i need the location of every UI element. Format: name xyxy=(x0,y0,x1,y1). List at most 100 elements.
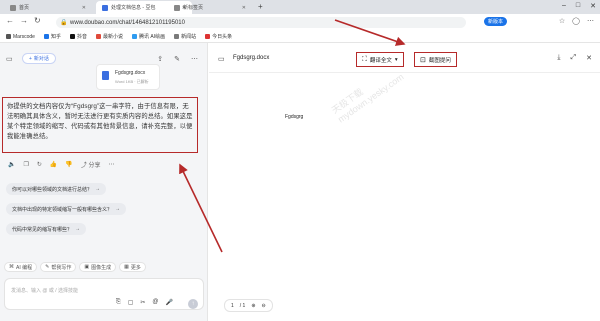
translate-icon: ⛶ xyxy=(362,55,367,63)
file-attachment[interactable]: Fgdsgrg.docx Word 1KB · 已解析 xyxy=(96,64,160,90)
doubao-icon xyxy=(102,4,108,11)
page-icon xyxy=(174,4,180,11)
folder-icon[interactable]: ▢ xyxy=(128,299,134,306)
chat-tools: ⇪ ✎ ⋯ xyxy=(157,55,198,63)
bookmark-icon xyxy=(174,34,180,39)
zoom-out-icon[interactable]: ⊖ xyxy=(262,303,266,309)
maximize-icon[interactable]: □ xyxy=(576,2,580,10)
close-icon[interactable]: ✕ xyxy=(82,5,86,11)
ai-coding-button[interactable]: ⌘ AI 编程 xyxy=(4,262,38,272)
share-button[interactable]: ⤴ 分享 xyxy=(81,160,101,169)
screenshot-ask-button[interactable]: ⊡ 截图提问 xyxy=(414,52,457,67)
browser-toolbar: ☆ ◯ ⋯ xyxy=(559,17,594,25)
page-icon xyxy=(10,4,16,11)
file-meta: Word 1KB · 已解析 xyxy=(115,79,149,84)
download-icon[interactable]: ⤓ xyxy=(557,54,560,62)
address-bar: ← → ↻ 🔒 www.doubao.com/chat/146481210119… xyxy=(0,14,600,31)
page-navigator: 1 / 1 ⊕ ⊖ xyxy=(224,299,273,312)
send-button[interactable]: ↑ xyxy=(188,299,198,309)
close-icon[interactable]: ✕ xyxy=(586,54,592,62)
edit-icon[interactable]: ✎ xyxy=(174,55,180,63)
suggestion-chip[interactable]: 文档中出现的特定领域缩写一般有哪些含义？ → xyxy=(6,203,127,215)
sidebar-toggle-icon[interactable]: ▭ xyxy=(6,55,13,63)
document-header: ▭ Fgdsgrg.docx ⛶ 翻译全文 ▾ ⊡ 截图提问 ⤓ ⤢ ✕ xyxy=(209,43,600,73)
suggestion-chip[interactable]: 你可以对哪些领域的文档进行总结？ → xyxy=(6,183,107,195)
copy-icon[interactable]: ❐ xyxy=(23,161,28,168)
menu-icon[interactable]: ⋯ xyxy=(587,17,594,25)
thumbs-down-icon[interactable]: 👎 xyxy=(65,161,72,168)
close-window-icon[interactable]: ✕ xyxy=(590,2,596,10)
input-tools: ⎘ ▢ ✂ @ 🎤 xyxy=(116,299,173,306)
bookmark-icon xyxy=(6,34,11,39)
star-icon[interactable]: ☆ xyxy=(559,17,565,25)
at-icon[interactable]: @ xyxy=(152,299,158,306)
bookmark-item[interactable]: 知乎 xyxy=(43,33,61,40)
tab-newtab[interactable]: 新标签页 ✕ xyxy=(168,1,252,14)
skill-toolbar: ⌘ AI 编程 ✎ 帮我写作 ▣ 图像生成 ▦ 更多 xyxy=(4,262,146,272)
chevron-down-icon: ▾ xyxy=(394,56,398,63)
reload-icon[interactable]: ↻ xyxy=(34,16,41,25)
answer-actions: 🔈 ❐ ↻ 👍 👎 ⤴ 分享 ⋯ xyxy=(8,160,115,169)
input-placeholder: 发消息、输入 @ 或 / 选择技能 xyxy=(11,288,79,294)
image-icon: ▣ xyxy=(84,264,90,270)
tab-label: 处理文档信息 - 豆包 xyxy=(111,5,156,11)
more-icon[interactable]: ⋯ xyxy=(191,55,198,63)
back-icon[interactable]: ← xyxy=(6,16,14,25)
bookmark-item[interactable]: 新闻站 xyxy=(174,33,196,40)
window-controls: – □ ✕ xyxy=(562,2,596,10)
bookmarks-bar: Marscode 知乎 抖音 最新小说 腾讯 AI绘画 新闻站 今日头条 xyxy=(0,31,600,43)
more-icon[interactable]: ⋯ xyxy=(109,161,115,168)
scissors-icon[interactable]: ✂ xyxy=(140,299,145,306)
forward-icon[interactable]: → xyxy=(20,16,28,25)
bookmark-item[interactable]: Marscode xyxy=(6,34,35,40)
document-tools: ⤓ ⤢ ✕ xyxy=(557,54,592,62)
share-icon: ⤴ xyxy=(80,163,89,169)
page-current: 1 xyxy=(231,302,234,309)
new-chat-button[interactable]: + 新对话 xyxy=(22,53,56,64)
more-tools-button[interactable]: ▦ 更多 xyxy=(119,262,146,272)
grid-icon: ▦ xyxy=(124,264,129,270)
suggestion-chip[interactable]: 代码中常见的缩写有哪些？ → xyxy=(6,223,87,235)
url-field[interactable]: 🔒 www.doubao.com/chat/1464812101195010 xyxy=(56,17,466,28)
attach-icon[interactable]: ⎘ xyxy=(116,299,121,306)
regenerate-icon[interactable]: ↻ xyxy=(37,161,42,168)
document-viewer: ▭ Fgdsgrg.docx ⛶ 翻译全文 ▾ ⊡ 截图提问 ⤓ ⤢ ✕ Fgd… xyxy=(209,43,600,321)
code-icon: ⌘ xyxy=(9,264,14,270)
lock-icon: 🔒 xyxy=(60,20,68,26)
new-tab-button[interactable]: + xyxy=(258,2,263,11)
profile-icon[interactable]: ◯ xyxy=(572,17,580,25)
panel-toggle-icon[interactable]: ▭ xyxy=(218,55,225,63)
bookmark-icon xyxy=(69,34,75,39)
bookmark-item[interactable]: 今日头条 xyxy=(205,33,232,40)
close-icon[interactable]: ✕ xyxy=(242,5,246,11)
image-gen-button[interactable]: ▣ 图像生成 xyxy=(79,262,117,272)
bookmark-item[interactable]: 腾讯 AI绘画 xyxy=(132,33,165,40)
speaker-icon[interactable]: 🔈 xyxy=(8,161,15,168)
expand-icon[interactable]: ⤢ xyxy=(571,54,577,62)
bookmark-item[interactable]: 抖音 xyxy=(69,33,87,40)
bookmark-item[interactable]: 最新小说 xyxy=(95,33,123,40)
bookmark-icon xyxy=(43,34,49,39)
minimize-icon[interactable]: – xyxy=(562,2,566,10)
zoom-in-icon[interactable]: ⊕ xyxy=(251,303,255,309)
document-content: Fgdsgrg xyxy=(285,114,304,120)
translate-full-button[interactable]: ⛶ 翻译全文 ▾ xyxy=(356,52,404,67)
share-icon[interactable]: ⇪ xyxy=(157,55,163,63)
tab-label: 首页 xyxy=(19,5,30,11)
bookmark-icon xyxy=(95,34,101,39)
arrow-right-icon: → xyxy=(75,226,81,232)
pen-icon: ✎ xyxy=(45,264,50,270)
tab-home[interactable]: 首页 ✕ xyxy=(4,1,92,14)
mic-icon[interactable]: 🎤 xyxy=(166,299,173,306)
writing-button[interactable]: ✎ 帮我写作 xyxy=(40,262,77,272)
tab-bar: 首页 ✕ 处理文档信息 - 豆包 ✕ 新标签页 ✕ + – □ ✕ xyxy=(0,0,600,14)
message-input[interactable]: 发消息、输入 @ 或 / 选择技能 ⎘ ▢ ✂ @ 🎤 ↑ xyxy=(4,278,204,310)
new-version-badge[interactable]: 新版本 xyxy=(484,17,508,26)
arrow-right-icon: → xyxy=(95,186,101,192)
word-file-icon xyxy=(102,71,109,80)
plus-icon: + xyxy=(29,55,32,62)
screenshot-icon: ⊡ xyxy=(420,56,426,64)
file-name: Fgdsgrg.docx xyxy=(115,70,146,76)
bookmark-icon xyxy=(132,34,137,39)
thumbs-up-icon[interactable]: 👍 xyxy=(50,161,57,168)
